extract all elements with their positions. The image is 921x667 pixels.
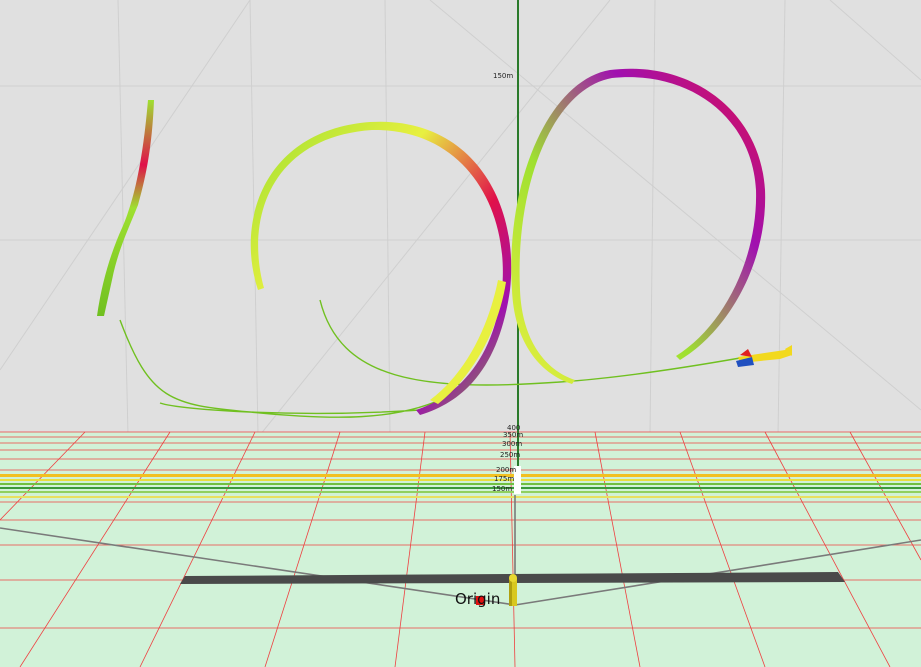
alt-label-2: 300m [502, 440, 522, 448]
ground-plane [0, 432, 921, 667]
alt-label-5: 175m [494, 475, 514, 483]
mast-top-label: 150m [493, 72, 513, 80]
alt-label-4: 200m [496, 466, 516, 474]
alt-label-1: 350m [503, 431, 523, 439]
3d-flight-view[interactable]: 150m 400 350m 300m 250m 200m 175m 150m O… [0, 0, 921, 667]
alt-label-6: 150m [492, 485, 512, 493]
origin-label: Origin [455, 590, 500, 608]
alt-label-3: 250m [500, 451, 520, 459]
